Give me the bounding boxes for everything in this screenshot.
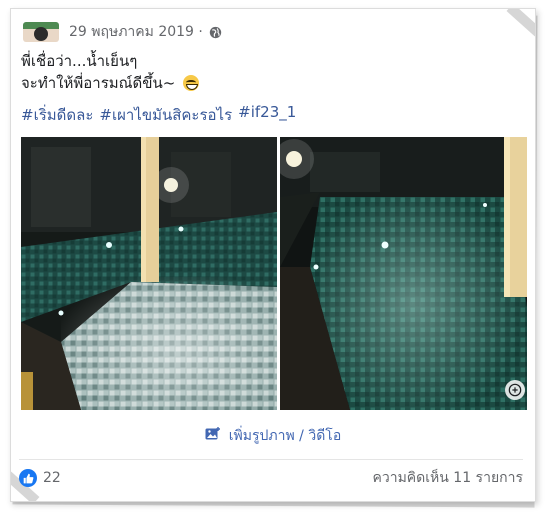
add-media-label[interactable]: เพิ่มรูปภาพ / วิดีโอ [229,425,341,447]
emoji-grin-icon [183,75,200,91]
avatar[interactable] [23,22,59,42]
post-text-line: พี่เชื่อว่า...น้ำเย็นๆ [21,52,138,70]
globe-icon [209,26,222,39]
photo-pool-right[interactable] [280,137,527,410]
post-footer: 22 ความคิดเห็น 11 รายการ [19,459,523,490]
like-icon [19,469,37,487]
post-date-text[interactable]: 29 พฤษภาคม 2019 · [69,21,203,43]
like-count: 22 [43,470,61,486]
photo-pool-left[interactable] [21,137,277,410]
post-date[interactable]: 29 พฤษภาคม 2019 · [69,21,222,43]
photo-grid [21,137,527,410]
post-text-line: จะทำให้พี่อารมณ์ดีขึ้น~ [21,74,176,92]
post-header: 29 พฤษภาคม 2019 · [23,19,222,45]
add-media-button[interactable]: เพิ่มรูปภาพ / วิดีโอ [11,423,535,449]
frame-corner [506,9,535,37]
add-photo-icon [205,427,221,445]
post-text-line-2: จะทำให้พี่อารมณ์ดีขึ้น~ [21,72,525,94]
hashtag-link[interactable]: #เผาไขมันสิคะรอไร [99,103,232,127]
hashtag-link[interactable]: #if23_1 [238,103,296,127]
post-card: 29 พฤษภาคม 2019 · พี่เชื่อว่า...น้ำเย็นๆ… [10,8,536,502]
hashtag-link[interactable]: #เริ่มดีดละ [21,103,93,127]
hashtag-list: #เริ่มดีดละ #เผาไขมันสิคะรอไร #if23_1 [21,103,296,127]
reaction-summary[interactable]: 22 [19,469,61,487]
expand-icon[interactable] [505,380,525,400]
post-text: พี่เชื่อว่า...น้ำเย็นๆ จะทำให้พี่อารมณ์ด… [21,50,525,94]
comments-count[interactable]: ความคิดเห็น 11 รายการ [372,467,523,489]
